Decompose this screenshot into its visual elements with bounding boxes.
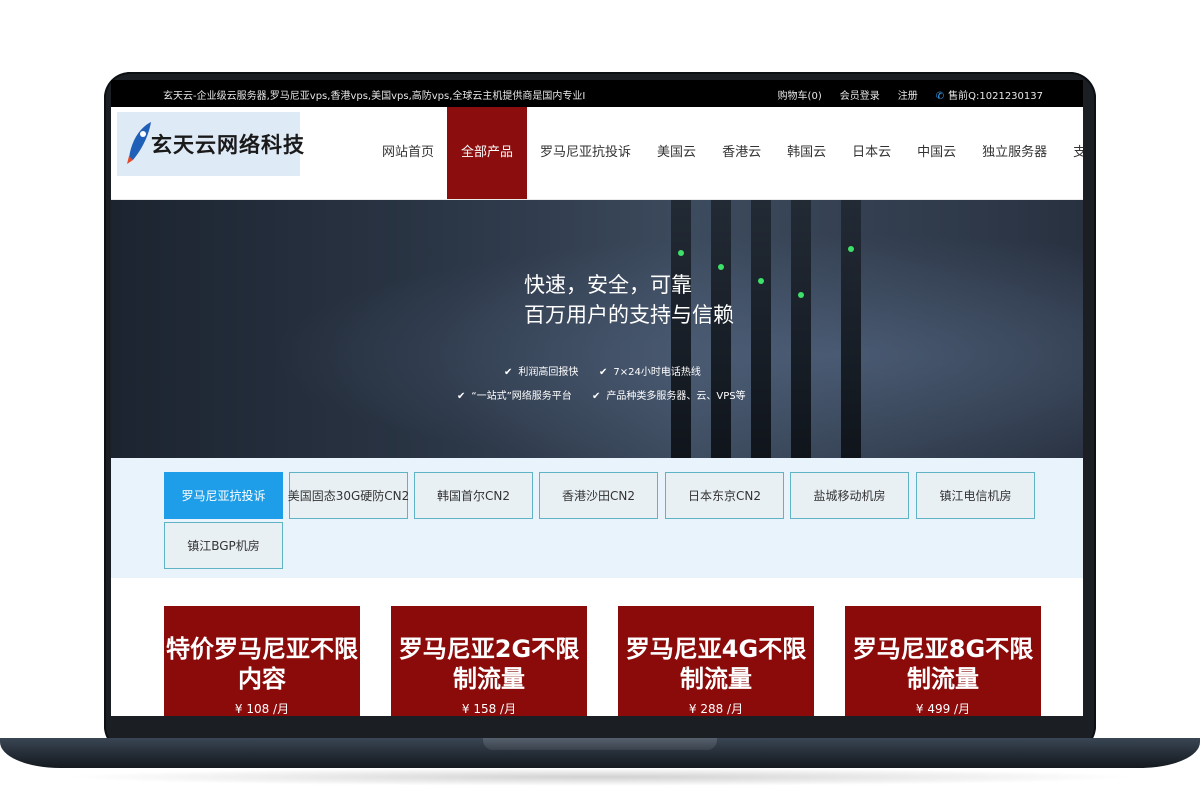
register-link[interactable]: 注册 (898, 87, 918, 102)
nav-item-all-products[interactable]: 全部产品 (447, 107, 528, 199)
nav-menu: 网站首页 全部产品 罗马尼亚抗投诉 美国云 香港云 韩国云 日本云 中国云 独立… (369, 107, 1083, 199)
region-tabs-panel: 罗马尼亚抗投诉 美国固态30G硬防CN2 韩国首尔CN2 香港沙田CN2 日本东… (111, 458, 1083, 578)
check-icon: ✔ (504, 367, 513, 378)
hero-title: 快速，安全，可靠 百万用户的支持与信赖 (524, 270, 734, 330)
tab-yancheng-mobile[interactable]: 盐城移动机房 (790, 472, 909, 519)
laptop-notch (483, 738, 717, 750)
hero-line-2: 百万用户的支持与信赖 (524, 303, 734, 327)
server-rack-graphic (841, 200, 861, 458)
product-title: 特价罗马尼亚不限内容 (166, 635, 358, 693)
hero-feature: ✔ 产品种类多服务器、云、VPS等 (592, 387, 746, 402)
hero-feature: ✔ “一站式”网络服务平台 (457, 387, 572, 402)
top-links: 购物车(0) 会员登录 注册 ✆ 售前Q:1021230137 (778, 87, 1043, 102)
product-card[interactable]: 特价罗马尼亚不限内容 ¥ 108 /月 (164, 606, 360, 716)
presales-contact[interactable]: ✆ 售前Q:1021230137 (936, 87, 1043, 102)
nav-item-payment[interactable]: 支付方式 (1060, 107, 1083, 199)
server-rack-graphic (751, 200, 771, 458)
product-card[interactable]: 罗马尼亚8G不限制流量 ¥ 499 /月 (845, 606, 1041, 716)
hero-feature: ✔ 利润高回报快 (504, 363, 578, 378)
nav-item-kr-cloud[interactable]: 韩国云 (774, 107, 839, 199)
nav-item-dedicated[interactable]: 独立服务器 (969, 107, 1060, 199)
product-card[interactable]: 罗马尼亚4G不限制流量 ¥ 288 /月 (618, 606, 814, 716)
login-link[interactable]: 会员登录 (840, 87, 880, 102)
tab-tokyo-cn2[interactable]: 日本东京CN2 (665, 472, 784, 519)
site-tagline: 玄天云-企业级云服务器,罗马尼亚vps,香港vps,美国vps,高防vps,全球… (163, 91, 586, 102)
tab-us-cn2[interactable]: 美国固态30G硬防CN2 (288, 472, 409, 519)
hero-banner: 快速，安全，可靠 百万用户的支持与信赖 ✔ 利润高回报快 ✔ 7×24小时电话热线 … (111, 200, 1083, 458)
hero-feature-text: “一站式”网络服务平台 (471, 391, 572, 402)
nav-item-us-cloud[interactable]: 美国云 (644, 107, 709, 199)
top-bar: 玄天云-企业级云服务器,罗马尼亚vps,香港vps,美国vps,高防vps,全球… (111, 80, 1083, 107)
rocket-logo-icon (127, 122, 151, 164)
server-rack-graphic (791, 200, 811, 458)
product-price: ¥ 108 /月 (234, 702, 290, 716)
tab-zhenjiang-telecom[interactable]: 镇江电信机房 (916, 472, 1035, 519)
browser-screen: 玄天云-企业级云服务器,罗马尼亚vps,香港vps,美国vps,高防vps,全球… (111, 80, 1083, 716)
product-title: 罗马尼亚4G不限制流量 (625, 635, 807, 693)
hero-line-1: 快速，安全，可靠 (524, 273, 692, 297)
tab-seoul-cn2[interactable]: 韩国首尔CN2 (414, 472, 533, 519)
cart-link[interactable]: 购物车(0) (778, 87, 822, 102)
tab-romania[interactable]: 罗马尼亚抗投诉 (164, 472, 283, 519)
product-title: 罗马尼亚2G不限制流量 (398, 635, 580, 693)
nav-item-romania[interactable]: 罗马尼亚抗投诉 (527, 107, 644, 199)
hero-feature: ✔ 7×24小时电话热线 (599, 363, 701, 378)
product-card[interactable]: 罗马尼亚2G不限制流量 ¥ 158 /月 (391, 606, 587, 716)
logo-text: 玄天云网络科技 (151, 132, 305, 157)
hero-feature-text: 7×24小时电话热线 (613, 367, 701, 378)
nav-item-cn-cloud[interactable]: 中国云 (904, 107, 969, 199)
product-price: ¥ 288 /月 (688, 702, 744, 716)
tab-shatin-cn2[interactable]: 香港沙田CN2 (539, 472, 658, 519)
tab-zhenjiang-bgp[interactable]: 镇江BGP机房 (164, 522, 283, 569)
phone-icon: ✆ (935, 91, 945, 102)
product-price: ¥ 499 /月 (915, 702, 971, 716)
product-price: ¥ 158 /月 (461, 702, 517, 716)
main-navbar: 玄天云网络科技 网站首页 全部产品 罗马尼亚抗投诉 美国云 香港云 韩国云 日本… (111, 107, 1083, 200)
hero-feature-text: 产品种类多服务器、云、VPS等 (606, 391, 746, 402)
nav-item-jp-cloud[interactable]: 日本云 (839, 107, 904, 199)
hero-feature-text: 利润高回报快 (518, 367, 579, 378)
check-icon: ✔ (592, 391, 601, 402)
check-icon: ✔ (457, 391, 466, 402)
nav-item-home[interactable]: 网站首页 (369, 107, 447, 199)
presales-qq: 售前Q:1021230137 (948, 91, 1043, 102)
product-title: 罗马尼亚8G不限制流量 (852, 635, 1034, 693)
nav-item-hk-cloud[interactable]: 香港云 (709, 107, 774, 199)
site-logo[interactable]: 玄天云网络科技 (117, 112, 304, 176)
check-icon: ✔ (599, 367, 608, 378)
laptop-shadow (60, 768, 1140, 786)
